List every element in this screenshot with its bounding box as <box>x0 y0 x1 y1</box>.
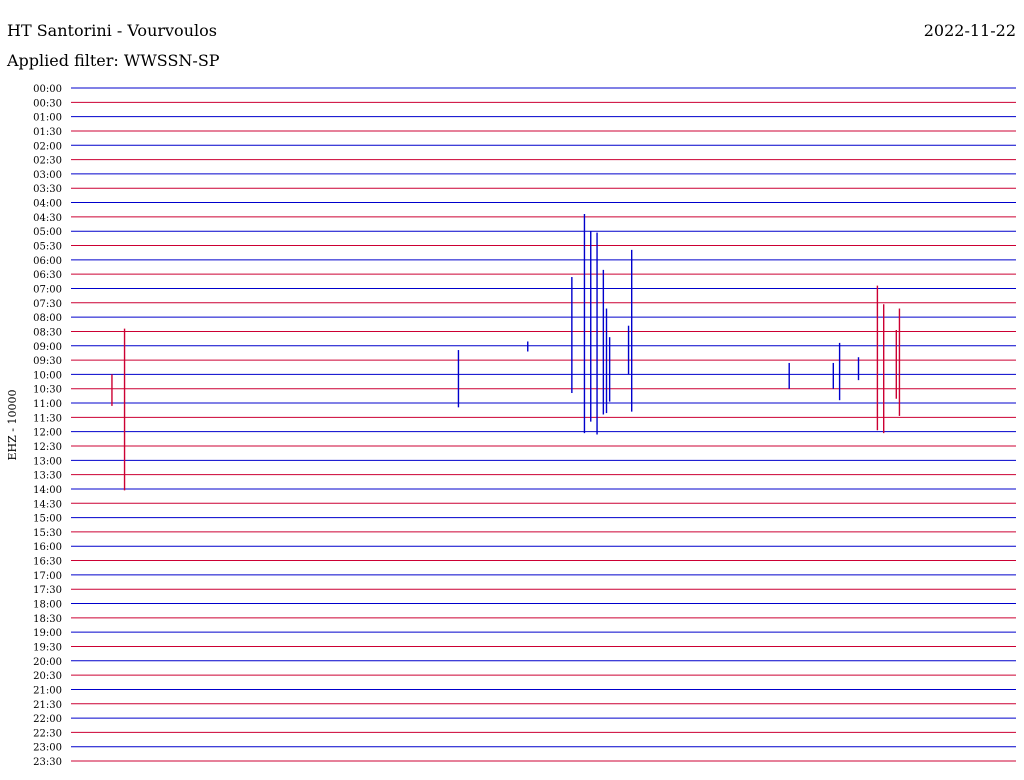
time-label-0800: 08:00 <box>33 313 62 324</box>
time-label-2130: 21:30 <box>33 700 62 711</box>
time-label-2030: 20:30 <box>33 671 62 682</box>
time-label-1200: 12:00 <box>33 428 62 439</box>
time-label-0430: 04:30 <box>33 213 62 224</box>
time-label-0730: 07:30 <box>33 299 62 310</box>
time-label-1000: 10:00 <box>33 370 62 381</box>
seismic-events <box>111 214 901 491</box>
time-label-1600: 16:00 <box>33 542 62 553</box>
time-label-1330: 13:30 <box>33 471 62 482</box>
time-label-1700: 17:00 <box>33 571 62 582</box>
time-label-0900: 09:00 <box>33 342 62 353</box>
time-label-0300: 03:00 <box>33 170 62 181</box>
time-label-1630: 16:30 <box>33 557 62 568</box>
time-label-2100: 21:00 <box>33 685 62 696</box>
time-label-2330: 23:30 <box>33 757 62 768</box>
y-axis-label: EHZ - 10000 <box>6 390 19 461</box>
time-label-1100: 11:00 <box>33 399 62 410</box>
time-label-0700: 07:00 <box>33 284 62 295</box>
time-label-0930: 09:30 <box>33 356 62 367</box>
time-label-0030: 00:30 <box>33 98 62 109</box>
time-label-0530: 05:30 <box>33 242 62 253</box>
time-label-0130: 01:30 <box>33 127 62 138</box>
time-label-1900: 19:00 <box>33 628 62 639</box>
time-label-0200: 02:00 <box>33 141 62 152</box>
time-label-1430: 14:30 <box>33 499 62 510</box>
time-label-1530: 15:30 <box>33 528 62 539</box>
time-label-0500: 05:00 <box>33 227 62 238</box>
time-label-0000: 00:00 <box>33 84 62 95</box>
time-label-1030: 10:30 <box>33 385 62 396</box>
time-label-1930: 19:30 <box>33 642 62 653</box>
time-label-1830: 18:30 <box>33 614 62 625</box>
time-label-2230: 22:30 <box>33 728 62 739</box>
time-label-1800: 18:00 <box>33 600 62 611</box>
time-label-0830: 08:30 <box>33 327 62 338</box>
time-label-0330: 03:30 <box>33 184 62 195</box>
time-label-2300: 23:00 <box>33 743 62 754</box>
time-label-0400: 04:00 <box>33 199 62 210</box>
time-label-1730: 17:30 <box>33 585 62 596</box>
time-label-1230: 12:30 <box>33 442 62 453</box>
time-label-2200: 22:00 <box>33 714 62 725</box>
time-label-0230: 02:30 <box>33 156 62 167</box>
time-label-1400: 14:00 <box>33 485 62 496</box>
time-label-0600: 06:00 <box>33 256 62 267</box>
time-label-2000: 20:00 <box>33 657 62 668</box>
time-label-0630: 06:30 <box>33 270 62 281</box>
helicorder-rows: 00:00 00:30 01:00 01:30 02:00 02:30 03:00 03:30… <box>33 84 1016 768</box>
time-label-0100: 01:00 <box>33 113 62 124</box>
time-label-1300: 13:00 <box>33 456 62 467</box>
helicorder-chart: 00:00 00:30 01:00 01:30 02:00 02:30 03:00 03:30… <box>6 84 1016 768</box>
time-label-1500: 15:00 <box>33 514 62 525</box>
time-label-1130: 11:30 <box>33 413 62 424</box>
